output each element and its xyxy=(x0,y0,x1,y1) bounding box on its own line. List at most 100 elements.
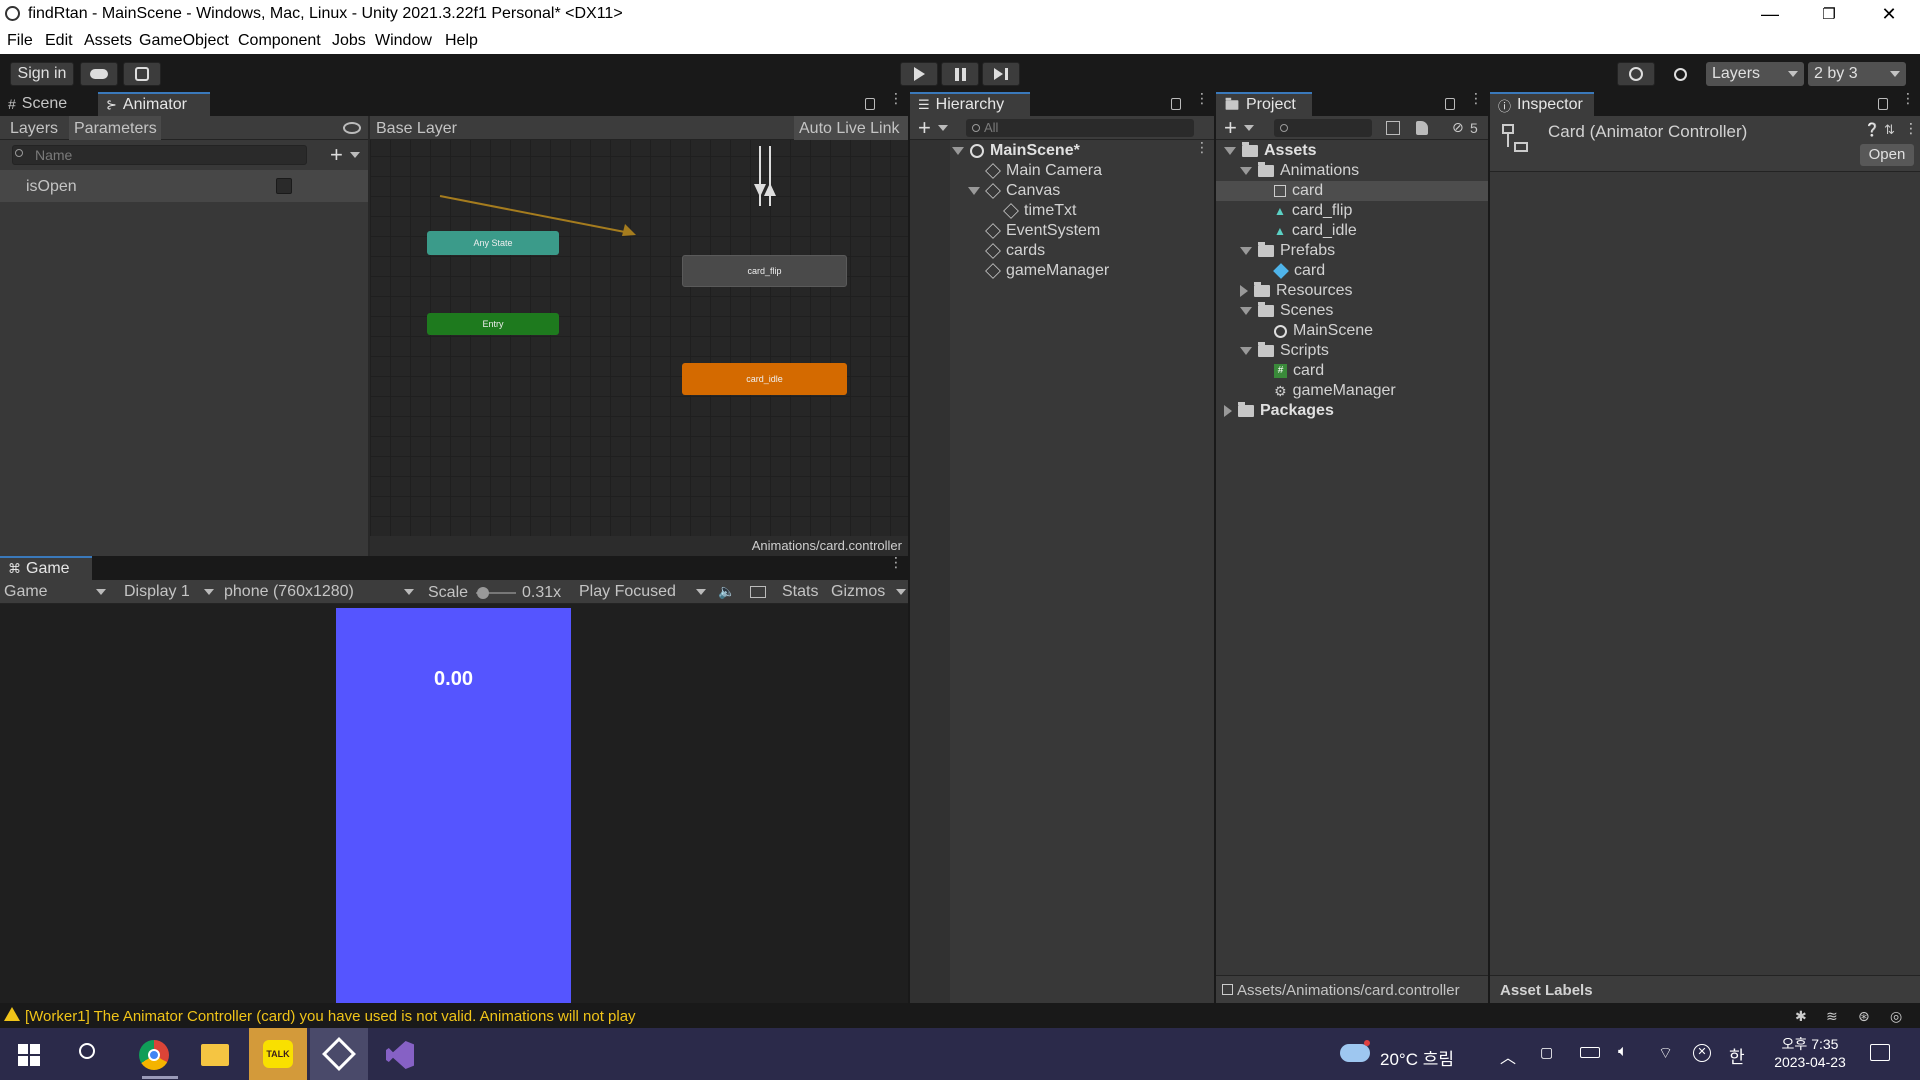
card-flip-node[interactable]: card_flip xyxy=(682,255,847,287)
folder-scripts[interactable]: Scripts xyxy=(1240,341,1329,361)
tab-hierarchy[interactable]: ☰ Hierarchy xyxy=(910,92,1030,116)
resolution-select[interactable]: phone (760x1280) xyxy=(224,583,354,601)
project-search-input[interactable] xyxy=(1274,119,1372,137)
folder-scenes[interactable]: Scenes xyxy=(1240,301,1333,321)
more-options-icon[interactable]: ⋮ xyxy=(889,91,903,105)
layers-tab[interactable]: Layers xyxy=(10,120,58,138)
clock-date[interactable]: 2023-04-23 xyxy=(1765,1054,1855,1070)
menu-file[interactable]: File xyxy=(7,32,33,50)
create-button[interactable]: + xyxy=(1224,115,1237,141)
asset-labels-header[interactable]: Asset Labels xyxy=(1490,975,1920,1003)
stats-button[interactable]: Stats xyxy=(782,583,818,601)
game-view-select[interactable]: Game xyxy=(4,583,48,601)
unity-taskbar-button[interactable] xyxy=(310,1028,368,1080)
lock-icon[interactable] xyxy=(865,98,875,110)
tab-game[interactable]: ⌘ Game xyxy=(0,556,92,580)
card-idle-node[interactable]: card_idle xyxy=(682,363,847,395)
tab-scene[interactable]: # Scene xyxy=(0,92,96,116)
asset-item[interactable]: MainScene xyxy=(1274,321,1373,341)
game-viewport[interactable]: 0.00 xyxy=(336,608,571,1003)
scene-row[interactable]: MainScene* xyxy=(952,141,1214,161)
hierarchy-item[interactable]: timeTxt xyxy=(1003,201,1076,221)
hierarchy-item[interactable]: Main Camera xyxy=(985,161,1102,181)
lock-icon[interactable] xyxy=(1171,98,1181,110)
asset-item-selected[interactable]: card xyxy=(1216,181,1488,201)
breadcrumb[interactable]: Base Layer xyxy=(376,120,457,138)
folder-resources[interactable]: Resources xyxy=(1240,281,1352,301)
help-icon[interactable]: ❔ xyxy=(1864,122,1880,138)
collab-button[interactable] xyxy=(123,62,161,86)
windows-start-icon[interactable] xyxy=(18,1044,40,1066)
label-icon[interactable] xyxy=(1416,121,1428,135)
hidden-packages-icon[interactable]: ⊘ xyxy=(1452,119,1464,136)
folder-assets[interactable]: Assets xyxy=(1224,141,1316,161)
close-button[interactable]: ✕ xyxy=(1860,0,1918,28)
ime-indicator[interactable]: 한 xyxy=(1729,1043,1745,1068)
asset-item[interactable]: # card xyxy=(1274,361,1324,381)
tab-project[interactable]: Project xyxy=(1216,92,1312,116)
menu-edit[interactable]: Edit xyxy=(45,32,73,50)
hierarchy-search-input[interactable]: All xyxy=(966,119,1194,137)
asset-item[interactable]: ⚙ gameManager xyxy=(1274,381,1396,401)
chevron-up-icon[interactable]: ︿ xyxy=(1500,1044,1516,1068)
cloud-weather-icon[interactable] xyxy=(1340,1044,1370,1062)
tab-inspector[interactable]: ⓘ Inspector xyxy=(1490,92,1594,116)
create-button[interactable]: + xyxy=(918,115,931,141)
lock-icon[interactable] xyxy=(1878,98,1888,110)
menu-assets[interactable]: Assets xyxy=(84,32,132,50)
more-options-icon[interactable]: ⋮ xyxy=(1901,91,1915,105)
minimize-button[interactable]: — xyxy=(1741,0,1799,28)
entry-node[interactable]: Entry xyxy=(427,313,559,335)
status-message[interactable]: [Worker1] The Animator Controller (card)… xyxy=(25,1008,636,1025)
more-options-icon[interactable]: ⋮ xyxy=(1195,91,1209,105)
asset-item[interactable]: ▲ card_idle xyxy=(1274,221,1357,241)
debug-icon[interactable]: ✱ xyxy=(1795,1008,1807,1025)
no-network-icon[interactable]: ✕ xyxy=(1693,1044,1711,1062)
search-button[interactable] xyxy=(1661,62,1699,86)
more-options-icon[interactable]: ⋮ xyxy=(1904,120,1918,137)
parameters-tab[interactable]: Parameters xyxy=(69,116,161,140)
history-button[interactable] xyxy=(1617,62,1655,86)
play-button[interactable] xyxy=(900,62,938,86)
visual-studio-icon[interactable] xyxy=(386,1041,414,1069)
menu-window[interactable]: Window xyxy=(375,32,432,50)
lock-icon[interactable] xyxy=(1445,98,1455,110)
folder-prefabs[interactable]: Prefabs xyxy=(1240,241,1335,261)
parameter-row[interactable]: isOpen xyxy=(0,170,368,202)
scale-slider-thumb[interactable] xyxy=(477,587,489,599)
more-options-icon[interactable]: ⋮ xyxy=(1195,140,1209,154)
animator-graph[interactable]: Base Layer Auto Live Link Any State Entr… xyxy=(370,116,908,556)
more-options-icon[interactable]: ⋮ xyxy=(889,555,903,569)
tab-animator[interactable]: ⊱ Animator xyxy=(98,92,210,116)
parameter-checkbox[interactable] xyxy=(276,178,292,194)
auto-generate-lighting-icon[interactable]: ⊛ xyxy=(1858,1008,1870,1025)
menu-help[interactable]: Help xyxy=(445,32,478,50)
cloud-button[interactable] xyxy=(80,62,118,86)
layers-dropdown[interactable]: Layers xyxy=(1706,62,1804,86)
step-button[interactable] xyxy=(982,62,1020,86)
restore-button[interactable]: ❐ xyxy=(1800,0,1858,28)
hierarchy-item[interactable]: cards xyxy=(985,241,1045,261)
gizmos-button[interactable]: Gizmos xyxy=(831,583,885,601)
menu-jobs[interactable]: Jobs xyxy=(332,32,366,50)
speaker-icon[interactable]: 🔈 xyxy=(718,583,735,600)
layout-dropdown[interactable]: 2 by 3 xyxy=(1808,62,1906,86)
grid-icon[interactable] xyxy=(750,586,766,598)
hierarchy-item[interactable]: Canvas xyxy=(968,181,1060,201)
battery-icon[interactable] xyxy=(1580,1047,1600,1058)
weather-text[interactable]: 20°C 흐림 xyxy=(1380,1045,1454,1070)
progress-icon[interactable]: ◎ xyxy=(1890,1008,1902,1025)
any-state-node[interactable]: Any State xyxy=(427,231,559,255)
file-explorer-icon[interactable] xyxy=(201,1044,229,1066)
volume-icon[interactable]: 🔈︎ xyxy=(1618,1043,1628,1061)
asset-item[interactable]: card xyxy=(1273,261,1325,281)
display-select[interactable]: Display 1 xyxy=(124,583,190,601)
layers-icon[interactable]: ≋ xyxy=(1826,1008,1838,1025)
asset-item[interactable]: ▲ card_flip xyxy=(1274,201,1352,221)
sign-in-button[interactable]: Sign in xyxy=(10,62,74,86)
menu-gameobject[interactable]: GameObject xyxy=(139,32,229,50)
chevron-down-icon[interactable] xyxy=(350,152,360,158)
parameter-search-input[interactable]: Name xyxy=(12,145,307,165)
auto-live-link-button[interactable]: Auto Live Link xyxy=(794,116,908,140)
search-icon[interactable] xyxy=(79,1043,95,1059)
